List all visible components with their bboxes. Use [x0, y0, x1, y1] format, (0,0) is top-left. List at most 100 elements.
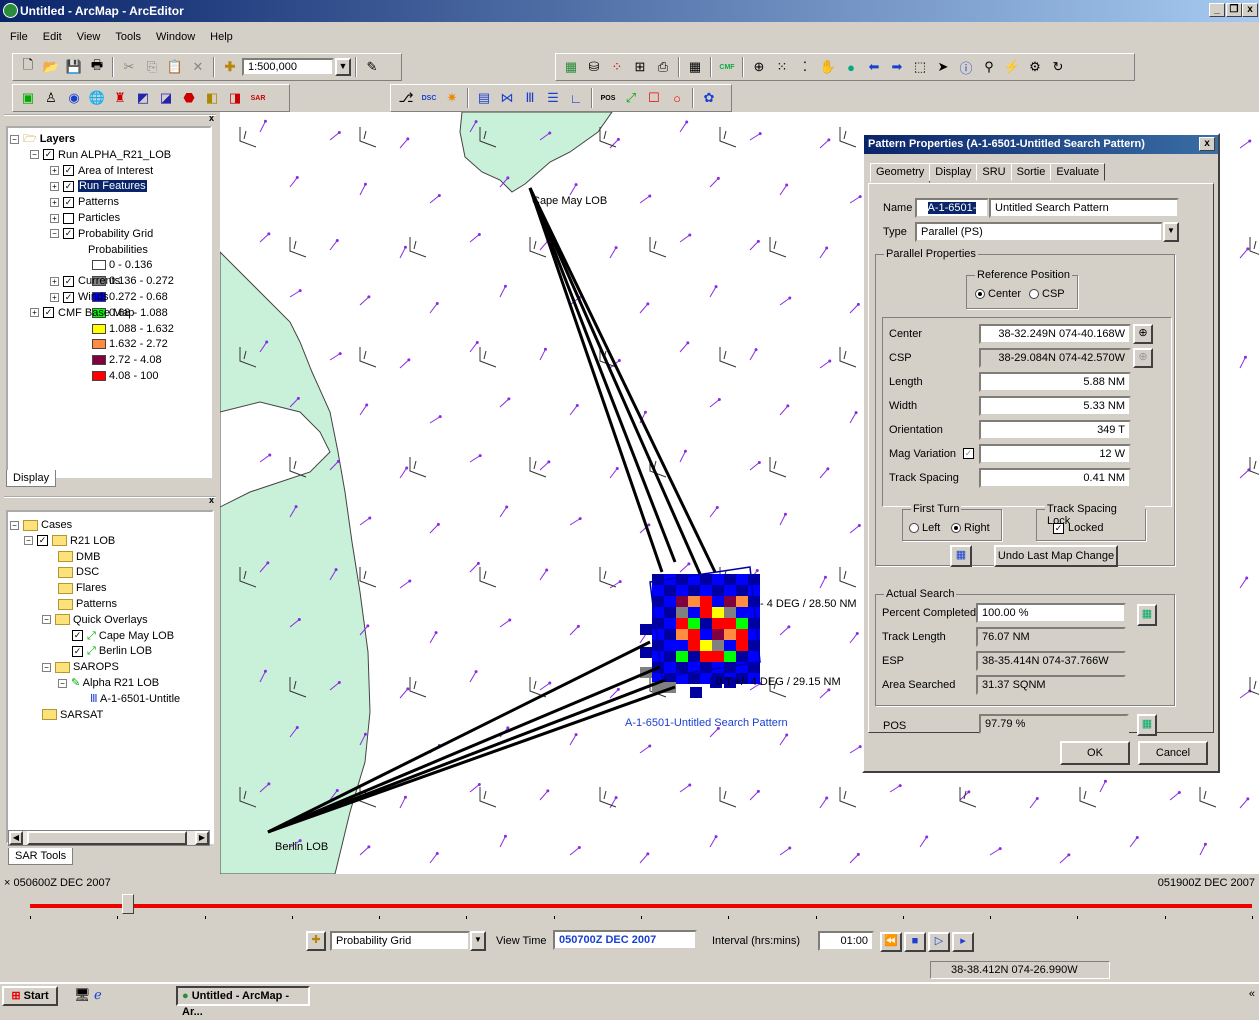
- add-data-icon[interactable]: ✚: [219, 56, 241, 78]
- ok-button[interactable]: OK: [1060, 741, 1130, 765]
- run-layer-checkbox[interactable]: ✓: [43, 149, 54, 161]
- patterns-checkbox[interactable]: ✓: [63, 196, 74, 208]
- measure-icon[interactable]: ⚙: [1024, 56, 1046, 78]
- toc-item-probability-grid[interactable]: − ✓ Probability Grid: [10, 227, 208, 243]
- toc-item-patterns[interactable]: + ✓ Patterns: [10, 195, 208, 211]
- draw-lob-icon[interactable]: ⤢: [620, 87, 642, 109]
- select-elements-icon[interactable]: ➤: [932, 56, 954, 78]
- sar-chart-icon[interactable]: ◪: [155, 87, 177, 109]
- forward-icon[interactable]: ➡: [886, 56, 908, 78]
- full-extent-icon[interactable]: ●: [840, 56, 862, 78]
- geometry-row-value[interactable]: 5.88 NM: [979, 372, 1131, 392]
- calculator-percent-button[interactable]: ▦: [1137, 604, 1157, 626]
- dsc-icon[interactable]: DSC: [418, 87, 440, 109]
- step-forward-button[interactable]: ▸: [952, 932, 974, 952]
- toc-item-particles[interactable]: + Particles: [10, 211, 208, 227]
- tree-folder-dsc[interactable]: DSC: [10, 565, 210, 581]
- draw-circle-icon[interactable]: ○: [666, 87, 688, 109]
- map-pick-button[interactable]: ▦: [950, 545, 972, 567]
- cases-hscrollbar[interactable]: ◀ ▶: [8, 830, 210, 846]
- ref-csp-radio[interactable]: CSP: [1029, 288, 1065, 300]
- tree-folder-flares[interactable]: Flares: [10, 581, 210, 597]
- menu-tools[interactable]: Tools: [109, 29, 147, 45]
- menu-help[interactable]: Help: [204, 29, 239, 45]
- tree-folder-sarsat[interactable]: SARSAT: [10, 708, 210, 724]
- type-select[interactable]: Parallel (PS): [915, 222, 1163, 242]
- tab-display[interactable]: Display: [6, 470, 57, 487]
- show-desktop-icon[interactable]: 🖥: [74, 987, 91, 1003]
- tree-pattern-item[interactable]: Ⅲ A-1-6501-Untitle: [10, 692, 210, 708]
- toc-item-base-map[interactable]: + ✓ CMF Base Map: [10, 306, 208, 322]
- tree-alpha-run[interactable]: − ✎ Alpha R21 LOB: [10, 676, 210, 692]
- sar-tools-gripper[interactable]: x: [4, 495, 216, 508]
- sar-overlay-icon[interactable]: ◧: [201, 87, 223, 109]
- catalog-icon[interactable]: ⛁: [583, 56, 605, 78]
- type-dropdown-button[interactable]: ▼: [1163, 222, 1179, 242]
- menu-edit[interactable]: Edit: [37, 29, 68, 45]
- tree-case-r21[interactable]: − ✓ R21 LOB: [10, 534, 210, 550]
- editor-icon[interactable]: ✎: [361, 56, 383, 78]
- close-button[interactable]: x: [1242, 3, 1258, 17]
- taskbar-arcmap-button[interactable]: ● Untitled - ArcMap - Ar...: [176, 986, 310, 1018]
- identify-icon[interactable]: ⓘ: [955, 56, 977, 78]
- open-icon[interactable]: 📂: [40, 56, 62, 78]
- tab-sar-tools[interactable]: SAR Tools: [8, 848, 74, 865]
- parallel-pattern-icon[interactable]: Ⅲ: [519, 87, 541, 109]
- tree-quick-overlays[interactable]: − Quick Overlays: [10, 613, 210, 629]
- scroll-left-button[interactable]: ◀: [9, 831, 23, 845]
- mag-variation-checkbox[interactable]: ✓: [963, 448, 974, 459]
- stop-button[interactable]: ■: [904, 932, 926, 952]
- paste-icon[interactable]: 📋: [164, 56, 186, 78]
- copy-icon[interactable]: ⎘: [141, 56, 163, 78]
- crosshair-pick-button[interactable]: ⊕: [1133, 324, 1153, 344]
- ref-center-radio[interactable]: Center: [975, 288, 1021, 300]
- tree-overlay-berlin[interactable]: ✓ ⤢ Berlin LOB: [10, 644, 210, 660]
- sector-pattern-icon[interactable]: ⋈: [496, 87, 518, 109]
- cancel-button[interactable]: Cancel: [1138, 741, 1208, 765]
- layout-icon[interactable]: ⊞: [629, 56, 651, 78]
- grid-menu-icon[interactable]: ▦: [684, 56, 706, 78]
- play-button[interactable]: ▷: [928, 932, 950, 952]
- geometry-row-value[interactable]: 38-32.249N 074-40.168W: [979, 324, 1131, 344]
- tab-sru[interactable]: SRU: [976, 163, 1012, 181]
- currents-checkbox[interactable]: ✓: [63, 275, 74, 287]
- cut-icon[interactable]: ✂: [118, 56, 140, 78]
- internet-explorer-icon[interactable]: ℯ: [94, 987, 102, 1003]
- sar-help-icon[interactable]: SAR: [247, 87, 269, 109]
- percent-completed-input[interactable]: 100.00 %: [976, 603, 1126, 623]
- sar-tools-close-icon[interactable]: x: [209, 495, 214, 505]
- sar-person-icon[interactable]: ♙: [40, 87, 62, 109]
- pattern-id-field[interactable]: A-1-6501-: [915, 198, 989, 218]
- tree-cases[interactable]: − Cases: [10, 518, 210, 534]
- time-layer-dropdown[interactable]: ▼: [470, 931, 486, 951]
- minimize-button[interactable]: _: [1209, 3, 1225, 17]
- locked-checkbox[interactable]: ✓ Locked: [1053, 522, 1103, 534]
- cmf-help-icon[interactable]: CMF: [716, 56, 738, 78]
- toc-item-currents[interactable]: + ✓ Currents: [10, 274, 208, 290]
- area-of-interest-checkbox[interactable]: ✓: [63, 165, 74, 177]
- tab-display-dialog[interactable]: Display: [929, 163, 978, 181]
- calculator-pos-button[interactable]: ▦: [1137, 714, 1157, 736]
- toc-close-icon[interactable]: x: [209, 113, 214, 123]
- particles-checkbox[interactable]: [63, 212, 74, 224]
- zoom-in-icon[interactable]: ⊕: [748, 56, 770, 78]
- tree-folder-dmb[interactable]: DMB: [10, 550, 210, 566]
- base-map-checkbox[interactable]: ✓: [43, 307, 54, 319]
- datum-icon[interactable]: ⎇: [395, 87, 417, 109]
- toc-item-run-features[interactable]: + ✓ Run Features: [10, 179, 208, 195]
- sar-globe-icon[interactable]: 🌐: [86, 87, 108, 109]
- scroll-right-button[interactable]: ▶: [195, 831, 209, 845]
- tree-folder-patterns[interactable]: Patterns: [10, 597, 210, 613]
- pos-icon[interactable]: POS: [597, 87, 619, 109]
- geometry-row-value[interactable]: 349 T: [979, 420, 1131, 440]
- run-features-checkbox[interactable]: ✓: [63, 180, 74, 192]
- toc-run-layer[interactable]: − ✓ Run ALPHA_R21_LOB: [10, 148, 208, 164]
- back-icon[interactable]: ⬅: [863, 56, 885, 78]
- start-button[interactable]: ⊞ Start: [2, 986, 58, 1006]
- tab-geometry[interactable]: Geometry: [870, 163, 931, 183]
- geometry-row-value[interactable]: 5.33 NM: [979, 396, 1131, 416]
- geometry-row-value[interactable]: 12 W: [979, 444, 1131, 464]
- map-scale-input[interactable]: 1:500,000: [242, 58, 334, 76]
- refresh-icon[interactable]: ↻: [1047, 56, 1069, 78]
- geometry-row-value[interactable]: 0.41 NM: [979, 468, 1131, 488]
